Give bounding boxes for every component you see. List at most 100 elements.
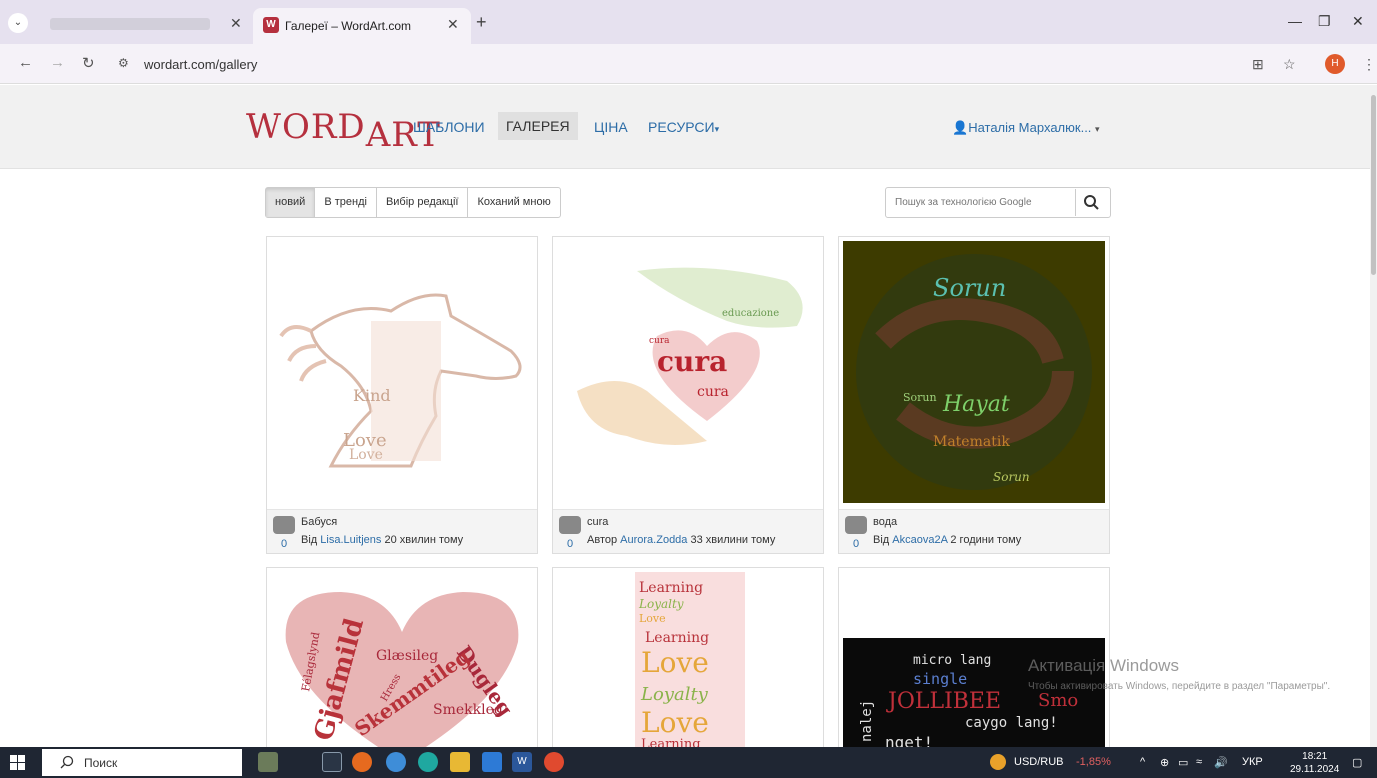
bookmark-star-icon[interactable]: ☆ bbox=[1283, 56, 1296, 73]
browser-tab-previous[interactable]: ✕ bbox=[44, 9, 250, 39]
wordart-logo[interactable]: WORDART bbox=[246, 107, 441, 155]
site-header: WORDART ШАБЛОНИ ГАЛЕРЕЯ ЦІНА РЕСУРСИ▾ 👤Н… bbox=[0, 85, 1370, 169]
new-tab-icon[interactable]: + bbox=[476, 12, 487, 33]
card-title[interactable]: cura bbox=[587, 516, 608, 528]
wordart-image-cura[interactable]: cura cura educazione cura bbox=[557, 241, 819, 503]
art-word: Hayat bbox=[942, 392, 1010, 417]
menu-dots-icon[interactable]: ⋮ bbox=[1362, 56, 1376, 73]
gallery-card[interactable]: cura cura educazione cura 0 cura Автор A… bbox=[552, 236, 824, 554]
close-window-icon[interactable]: ✕ bbox=[1352, 13, 1364, 30]
art-word: JOLLIBEE bbox=[886, 689, 1001, 714]
art-word: Sorun bbox=[933, 274, 1006, 302]
battery-icon[interactable]: ▭ bbox=[1178, 756, 1188, 769]
forward-icon[interactable]: → bbox=[50, 54, 65, 71]
art-word: micro lang bbox=[913, 653, 991, 668]
nav-gallery[interactable]: ГАЛЕРЕЯ bbox=[498, 112, 578, 140]
gallery-card[interactable]: Kind Love Love 0 Бабуся Від Lisa.Luitjen… bbox=[266, 236, 538, 554]
card-meta: Від Lisa.Luitjens 20 хвилин тому bbox=[301, 534, 463, 546]
browser-tab-active[interactable]: W Галереї – WordArt.com ✕ bbox=[253, 8, 471, 44]
art-word: Love bbox=[641, 706, 709, 739]
art-word: Smo bbox=[1038, 690, 1078, 711]
restore-icon[interactable]: ❐ bbox=[1318, 13, 1331, 30]
currency-change: -1,85% bbox=[1076, 756, 1111, 768]
profile-avatar[interactable]: H bbox=[1325, 54, 1345, 74]
nav-price[interactable]: ЦІНА bbox=[594, 119, 628, 135]
card-footer: 0 вода Від Akcaova2A 2 години тому bbox=[839, 509, 1109, 553]
user-menu[interactable]: 👤Наталія Мархалюк... ▾ bbox=[952, 120, 1100, 136]
close-tab-icon[interactable]: ✕ bbox=[230, 15, 242, 32]
wordart-image-learning[interactable]: Learning Loyalty Love Learning Love Loya… bbox=[557, 572, 819, 747]
site-settings-icon[interactable]: ⚙ bbox=[118, 56, 129, 70]
gallery-card[interactable]: Learning Loyalty Love Learning Love Loya… bbox=[552, 567, 824, 747]
close-tab-icon[interactable]: ✕ bbox=[447, 16, 459, 33]
card-title[interactable]: вода bbox=[873, 516, 897, 528]
wordart-image-horse[interactable]: Kind Love Love bbox=[271, 241, 533, 503]
user-name: Наталія Мархалюк... bbox=[968, 120, 1092, 135]
volume-icon[interactable]: 🔊 bbox=[1214, 756, 1228, 769]
translate-icon[interactable]: ⊞ bbox=[1252, 56, 1264, 73]
minimize-icon[interactable]: — bbox=[1288, 13, 1302, 29]
network-icon[interactable]: ⊕ bbox=[1160, 756, 1169, 769]
page-scrollbar[interactable] bbox=[1370, 85, 1377, 747]
card-time: 20 хвилин тому bbox=[384, 534, 464, 546]
store-icon[interactable] bbox=[482, 752, 502, 772]
taskbar-search[interactable]: Поиск bbox=[42, 749, 242, 776]
scrollbar-thumb[interactable] bbox=[1371, 95, 1376, 275]
likes-count[interactable]: 0 bbox=[281, 538, 287, 550]
card-title[interactable]: Бабуся bbox=[301, 516, 337, 528]
avatar[interactable] bbox=[559, 516, 581, 534]
back-icon[interactable]: ← bbox=[18, 54, 33, 71]
chrome-icon[interactable] bbox=[544, 752, 564, 772]
app-icon[interactable] bbox=[386, 752, 406, 772]
card-time: 2 години тому bbox=[950, 534, 1022, 546]
clock[interactable]: 18:21 29.11.2024 bbox=[1290, 750, 1339, 776]
gallery-card[interactable]: Sorun Hayat Matematik Sorun Sorun 0 вода… bbox=[838, 236, 1110, 554]
wordart-image-crab[interactable]: Sorun Hayat Matematik Sorun Sorun bbox=[843, 241, 1105, 503]
filter-trending[interactable]: В тренді bbox=[315, 188, 377, 217]
caret-down-icon: ▾ bbox=[1095, 124, 1100, 134]
clock-date: 29.11.2024 bbox=[1290, 764, 1340, 775]
art-word: Sorun bbox=[993, 470, 1030, 484]
currency-pair[interactable]: USD/RUB bbox=[1014, 756, 1064, 768]
art-word: cura bbox=[697, 384, 729, 400]
firefox-icon[interactable] bbox=[352, 752, 372, 772]
task-view-icon[interactable] bbox=[322, 752, 342, 772]
art-word: cura bbox=[657, 345, 727, 378]
gallery-search bbox=[885, 187, 1111, 218]
edge-icon[interactable] bbox=[418, 752, 438, 772]
word-icon[interactable]: W bbox=[512, 752, 532, 772]
art-word: Glæsileg bbox=[376, 648, 438, 664]
url-field[interactable]: ⚙ wordart.com/gallery bbox=[110, 50, 1230, 78]
input-language[interactable]: УКР bbox=[1242, 756, 1263, 768]
filter-liked-by-me[interactable]: Коханий мною bbox=[468, 188, 559, 217]
art-word: nget! bbox=[885, 733, 933, 747]
gallery-card[interactable]: Gjafmild Glæsileg Dugleg Skemmtileg Smek… bbox=[266, 567, 538, 747]
nav-resources[interactable]: РЕСУРСИ▾ bbox=[648, 119, 719, 135]
reload-icon[interactable]: ↻ bbox=[82, 54, 95, 72]
card-footer: 0 Бабуся Від Lisa.Luitjens 20 хвилин том… bbox=[267, 509, 537, 553]
likes-count[interactable]: 0 bbox=[853, 538, 859, 550]
chevron-up-icon[interactable]: ^ bbox=[1140, 756, 1145, 768]
wifi-icon[interactable]: ≈ bbox=[1196, 756, 1202, 768]
avatar[interactable] bbox=[845, 516, 867, 534]
wordart-image-heart[interactable]: Gjafmild Glæsileg Dugleg Skemmtileg Smek… bbox=[271, 572, 533, 747]
author-link[interactable]: Aurora.Zodda bbox=[620, 534, 687, 546]
tab-search-icon[interactable]: ⌄ bbox=[8, 13, 28, 33]
notifications-icon[interactable]: ▢ bbox=[1352, 756, 1362, 769]
file-explorer-icon[interactable] bbox=[450, 752, 470, 772]
author-link[interactable]: Lisa.Luitjens bbox=[320, 534, 381, 546]
meta-prefix: Від bbox=[301, 534, 318, 546]
nav-templates[interactable]: ШАБЛОНИ bbox=[413, 119, 485, 135]
art-word: Learning bbox=[639, 580, 703, 596]
card-meta: Від Akcaova2A 2 години тому bbox=[873, 534, 1021, 546]
filter-editors-choice[interactable]: Вибір редакції bbox=[377, 188, 469, 217]
search-input[interactable] bbox=[887, 189, 1076, 216]
search-button[interactable] bbox=[1082, 193, 1106, 213]
avatar[interactable] bbox=[273, 516, 295, 534]
art-word: cura bbox=[649, 336, 670, 346]
taskbar-widget-icon[interactable] bbox=[258, 752, 278, 772]
author-link[interactable]: Akcaova2A bbox=[892, 534, 947, 546]
windows-start-icon[interactable] bbox=[10, 755, 25, 770]
likes-count[interactable]: 0 bbox=[567, 538, 573, 550]
filter-new[interactable]: новий bbox=[266, 188, 316, 217]
